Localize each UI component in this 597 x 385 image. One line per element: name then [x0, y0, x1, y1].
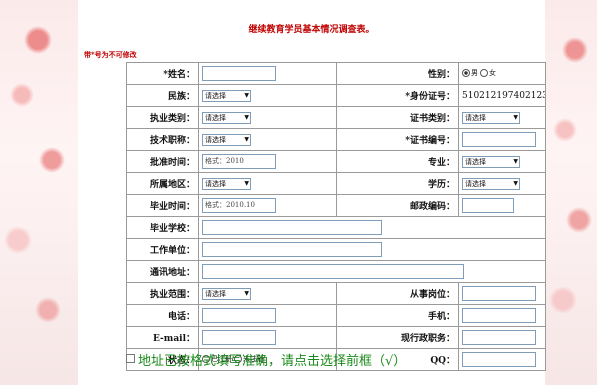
ethnic-select[interactable]: 请选择 ▼: [202, 89, 251, 102]
practice-type-label: 执业类别：: [126, 106, 199, 129]
workplace-input[interactable]: [202, 242, 382, 257]
grad-time-label: 毕业时间：: [126, 194, 199, 217]
cert-type-label: 证书类别：: [336, 106, 459, 129]
idnum-label: *身份证号：: [336, 84, 459, 107]
workplace-label: 工作单位：: [126, 238, 199, 261]
chevron-down-icon: ▼: [244, 91, 249, 99]
major-label: 专业：: [336, 150, 459, 173]
form-row: 批准时间： 格式：2010 专业： 请选择 ▼: [126, 150, 546, 173]
admin-label: 现行政职务：: [336, 326, 459, 349]
tech-title-label: 技术职称：: [126, 128, 199, 151]
email-input[interactable]: [202, 330, 276, 345]
name-label: *姓名：: [126, 62, 199, 85]
mobile-label: 手机：: [336, 304, 459, 327]
scope-select[interactable]: 请选择 ▼: [202, 287, 251, 300]
decorative-left-border: [0, 0, 78, 385]
school-input[interactable]: [202, 220, 382, 235]
idnum-value: 510212197402123215: [458, 84, 546, 107]
position-input[interactable]: [462, 286, 536, 301]
confirm-text: 地址已按格式填写准确，请点击选择前框（√）: [138, 354, 407, 369]
gender-male-radio[interactable]: [462, 69, 470, 78]
approve-time-input[interactable]: 格式：2010: [202, 154, 276, 169]
chevron-down-icon: ▼: [513, 179, 518, 187]
email-label: E-mail：: [126, 326, 199, 349]
cert-type-select[interactable]: 请选择 ▼: [462, 111, 520, 124]
qq-input[interactable]: [462, 352, 536, 367]
form-row: E-mail： 现行政职务：: [126, 326, 546, 349]
required-note: 带*号为不可修改: [84, 50, 137, 59]
chevron-down-icon: ▼: [513, 113, 518, 121]
cert-no-input[interactable]: [462, 132, 536, 147]
chevron-down-icon: ▼: [244, 113, 249, 121]
chevron-down-icon: ▼: [244, 135, 249, 143]
form-row: 执业范围： 请选择 ▼ 从事岗位：: [126, 282, 546, 305]
degree-select[interactable]: 请选择 ▼: [462, 177, 520, 190]
form-row: 执业类别： 请选择 ▼ 证书类别： 请选择 ▼: [126, 106, 546, 129]
tech-title-select[interactable]: 请选择 ▼: [202, 133, 251, 146]
chevron-down-icon: ▼: [244, 289, 249, 297]
degree-label: 学历：: [336, 172, 459, 195]
form-row: 民族： 请选择▼ *身份证号： 510212197402123215: [126, 84, 546, 107]
region-select[interactable]: 请选择 ▼: [202, 177, 251, 190]
major-select[interactable]: 请选择 ▼: [462, 155, 520, 168]
approve-time-label: 批准时间：: [126, 150, 199, 173]
chevron-down-icon: ▼: [244, 179, 249, 187]
decorative-right-border: [545, 0, 597, 385]
form-row: 毕业学校：: [126, 216, 546, 239]
form-row: 通讯地址：: [126, 260, 546, 283]
grad-time-input[interactable]: 格式：2010.10: [202, 198, 276, 213]
form-row: 工作单位：: [126, 238, 546, 261]
gender-label: 性别：: [336, 62, 459, 85]
postcode-input[interactable]: [462, 198, 514, 213]
gender-female-text: 女: [489, 69, 496, 78]
phone-label: 电话：: [126, 304, 199, 327]
confirm-checkbox[interactable]: [126, 354, 135, 363]
practice-type-select[interactable]: 请选择 ▼: [202, 111, 251, 124]
position-label: 从事岗位：: [336, 282, 459, 305]
address-input[interactable]: [202, 264, 464, 279]
phone-input[interactable]: [202, 308, 276, 323]
form-sheet: 继续教育学员基本情况调查表。 带*号为不可修改 *姓名： 性别： 男 女 民族： …: [78, 0, 546, 385]
school-label: 毕业学校：: [126, 216, 199, 239]
region-label: 所属地区：: [126, 172, 199, 195]
form-row: 电话： 手机：: [126, 304, 546, 327]
confirm-row: 地址已按格式填写准确，请点击选择前框（√）: [126, 350, 406, 369]
gender-male-text: 男: [471, 69, 478, 78]
postcode-label: 邮政编码：: [336, 194, 459, 217]
form-row: *姓名： 性别： 男 女: [126, 62, 546, 85]
name-input[interactable]: [202, 66, 276, 81]
form-row: 技术职称： 请选择 ▼ *证书编号：: [126, 128, 546, 151]
scope-label: 执业范围：: [126, 282, 199, 305]
mobile-input[interactable]: [462, 308, 536, 323]
ethnic-label: 民族：: [126, 84, 199, 107]
form-row: 所属地区： 请选择 ▼ 学历： 请选择 ▼: [126, 172, 546, 195]
chevron-down-icon: ▼: [513, 157, 518, 165]
address-label: 通讯地址：: [126, 260, 199, 283]
page-title: 继续教育学员基本情况调查表。: [248, 25, 375, 35]
admin-input[interactable]: [462, 330, 536, 345]
cert-no-label: *证书编号：: [336, 128, 459, 151]
gender-female-radio[interactable]: [480, 69, 488, 78]
info-form-table: *姓名： 性别： 男 女 民族： 请选择 ▼ *身份证号： 510212197402…: [126, 62, 546, 371]
form-row: 毕业时间： 格式：2010.10 邮政编码：: [126, 194, 546, 217]
